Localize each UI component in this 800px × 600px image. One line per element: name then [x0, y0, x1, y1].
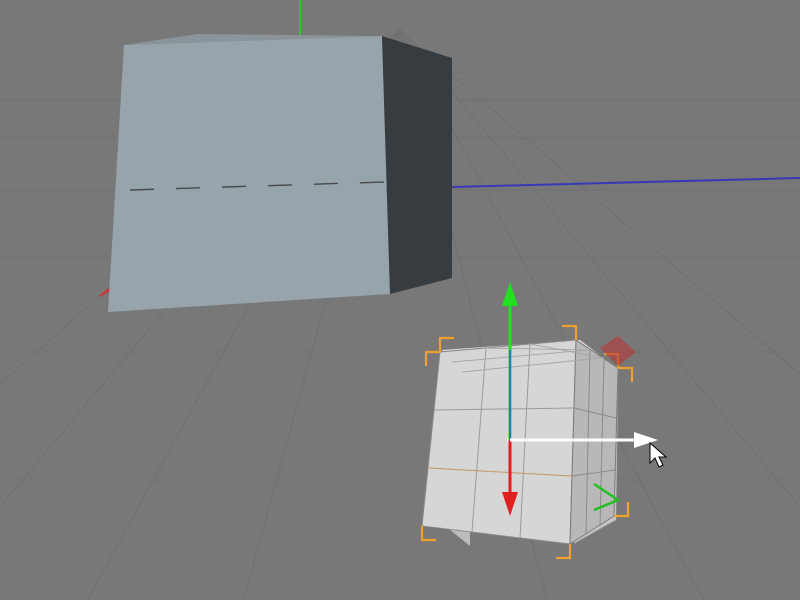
- object-big-cube[interactable]: [108, 34, 452, 312]
- mouse-cursor-icon: [650, 443, 666, 467]
- object-small-cube-faces[interactable]: [422, 340, 618, 544]
- viewport-3d[interactable]: [0, 0, 800, 600]
